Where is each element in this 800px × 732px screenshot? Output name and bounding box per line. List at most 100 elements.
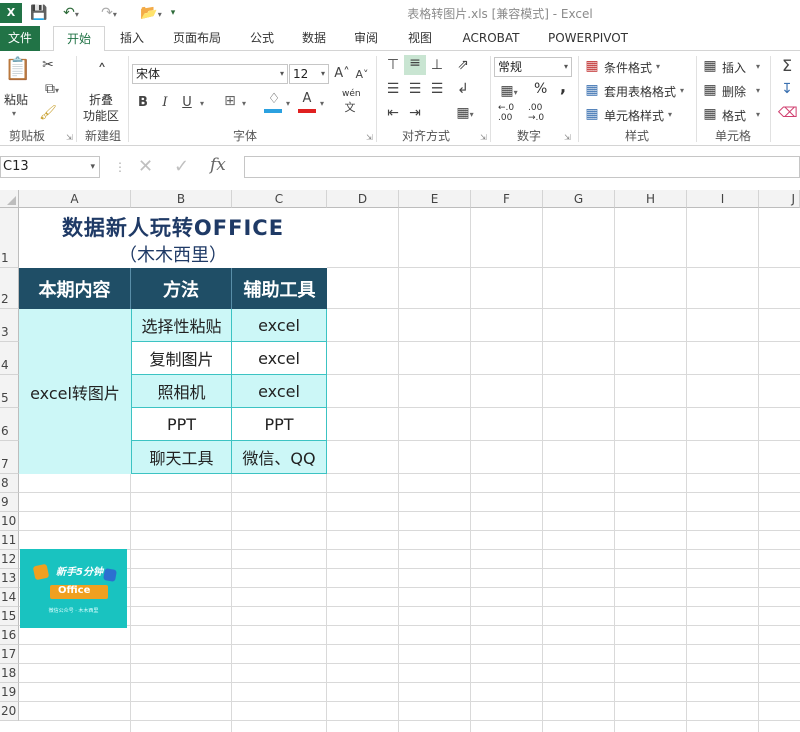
cell-styles-icon[interactable]: ▦ bbox=[584, 106, 600, 122]
tab-home[interactable]: 开始 bbox=[53, 26, 105, 52]
title-cell[interactable]: 数据新人玩转OFFICE （木木西里） bbox=[19, 208, 327, 268]
format-as-table-dropdown-icon[interactable]: ▾ bbox=[680, 86, 684, 95]
select-all-corner[interactable] bbox=[0, 190, 19, 208]
row-header-11[interactable]: 11 bbox=[0, 531, 19, 550]
font-color-icon[interactable]: A bbox=[298, 91, 316, 106]
tab-powerpivot[interactable]: POWERPIVOT bbox=[540, 26, 636, 51]
row-header-19[interactable]: 19 bbox=[0, 683, 19, 702]
conditional-format-icon[interactable]: ▦ bbox=[584, 58, 600, 74]
fill-icon[interactable]: ↧ bbox=[778, 81, 796, 97]
table-cell-method[interactable]: PPT bbox=[131, 408, 232, 441]
collapse-ribbon-icon[interactable]: ˄ bbox=[88, 61, 116, 82]
row-header-18[interactable]: 18 bbox=[0, 664, 19, 683]
table-cell-tool[interactable]: excel bbox=[232, 375, 327, 408]
header-cell-tool[interactable]: 辅助工具 bbox=[232, 268, 327, 309]
insert-cells-button[interactable]: 插入 bbox=[722, 59, 746, 76]
table-format-icon[interactable]: ▦ bbox=[584, 82, 600, 98]
row-header-17[interactable]: 17 bbox=[0, 645, 19, 664]
formula-input[interactable] bbox=[244, 156, 800, 178]
wrap-text-icon[interactable]: ↲ bbox=[452, 81, 474, 97]
underline-dropdown-icon[interactable]: ▾ bbox=[200, 99, 204, 108]
row-header-10[interactable]: 10 bbox=[0, 512, 19, 531]
format-cells-dropdown-icon[interactable]: ▾ bbox=[756, 110, 760, 119]
table-cell-method[interactable]: 选择性粘贴 bbox=[131, 309, 232, 342]
table-cell-tool[interactable]: 微信、QQ bbox=[232, 441, 327, 474]
cut-icon[interactable]: ✂ bbox=[38, 57, 58, 73]
phonetic-guide-button[interactable]: wén bbox=[342, 89, 361, 99]
column-header-g[interactable]: G bbox=[543, 190, 615, 208]
insert-cells-dropdown-icon[interactable]: ▾ bbox=[756, 62, 760, 71]
cell-styles-button[interactable]: 单元格样式 bbox=[604, 107, 664, 124]
row-header-2[interactable]: 2 bbox=[0, 268, 19, 309]
cell-styles-dropdown-icon[interactable]: ▾ bbox=[668, 110, 672, 119]
decrease-indent-icon[interactable]: ⇤ bbox=[384, 105, 402, 121]
shrink-font-icon[interactable]: A˅ bbox=[354, 68, 370, 81]
embedded-logo-image[interactable]: 新手5分钟 Office 微信公众号 · 木木西里 bbox=[20, 549, 127, 628]
tab-formulas[interactable]: 公式 bbox=[242, 26, 282, 51]
format-cells-icon[interactable]: ▦ bbox=[702, 106, 718, 122]
column-header-b[interactable]: B bbox=[131, 190, 232, 208]
copy-icon[interactable]: ⧉▾ bbox=[38, 81, 66, 97]
autosum-icon[interactable]: Σ bbox=[778, 56, 796, 75]
clipboard-launcher-icon[interactable]: ⇲ bbox=[66, 133, 73, 142]
grow-font-icon[interactable]: A˄ bbox=[334, 66, 350, 81]
accounting-format-icon[interactable]: ▦▾ bbox=[496, 83, 522, 99]
fill-color-icon[interactable]: ♢ bbox=[264, 91, 284, 107]
tab-data[interactable]: 数据 bbox=[294, 26, 334, 51]
column-header-j[interactable]: J bbox=[759, 190, 800, 208]
header-cell-content[interactable]: 本期内容 bbox=[19, 268, 131, 309]
increase-indent-icon[interactable]: ⇥ bbox=[406, 105, 424, 121]
border-dropdown-icon[interactable]: ▾ bbox=[242, 99, 246, 108]
font-launcher-icon[interactable]: ⇲ bbox=[366, 133, 373, 142]
merge-center-icon[interactable]: ▦▾ bbox=[452, 105, 478, 121]
row-header-1[interactable]: 1 bbox=[0, 208, 19, 268]
delete-cells-dropdown-icon[interactable]: ▾ bbox=[756, 86, 760, 95]
font-color-dropdown-icon[interactable]: ▾ bbox=[320, 99, 324, 108]
insert-function-icon[interactable]: fx bbox=[210, 155, 226, 175]
align-top-icon[interactable]: ⊤ bbox=[384, 57, 402, 73]
column-header-e[interactable]: E bbox=[399, 190, 471, 208]
underline-button[interactable]: U bbox=[180, 95, 194, 110]
column-header-h[interactable]: H bbox=[615, 190, 687, 208]
row-header-20[interactable]: 20 bbox=[0, 702, 19, 721]
delete-cells-button[interactable]: 删除 bbox=[722, 83, 746, 100]
align-middle-icon[interactable]: ≡ bbox=[404, 55, 426, 75]
row-header-7[interactable]: 7 bbox=[0, 441, 19, 474]
column-header-i[interactable]: I bbox=[687, 190, 759, 208]
delete-cells-icon[interactable]: ▦ bbox=[702, 82, 718, 98]
format-painter-icon[interactable]: 🖌 bbox=[38, 105, 58, 121]
row-header-14[interactable]: 14 bbox=[0, 588, 19, 607]
number-format-select[interactable]: 常规 ▾ bbox=[494, 57, 572, 77]
table-cell-method[interactable]: 聊天工具 bbox=[131, 441, 232, 474]
align-center-icon[interactable]: ☰ bbox=[406, 81, 424, 97]
align-right-icon[interactable]: ☰ bbox=[428, 81, 446, 97]
increase-decimal-icon[interactable]: ←.0.00 bbox=[498, 103, 514, 123]
table-cell-method[interactable]: 复制图片 bbox=[131, 342, 232, 375]
fill-color-dropdown-icon[interactable]: ▾ bbox=[286, 99, 290, 108]
row-header-13[interactable]: 13 bbox=[0, 569, 19, 588]
merged-content-cell[interactable]: excel转图片 bbox=[19, 309, 131, 474]
conditional-format-dropdown-icon[interactable]: ▾ bbox=[656, 62, 660, 71]
column-header-c[interactable]: C bbox=[232, 190, 327, 208]
align-left-icon[interactable]: ☰ bbox=[384, 81, 402, 97]
tab-file[interactable]: 文件 bbox=[0, 26, 40, 51]
table-cell-method[interactable]: 照相机 bbox=[131, 375, 232, 408]
column-header-d[interactable]: D bbox=[327, 190, 399, 208]
name-box[interactable]: C13 ▾ bbox=[0, 156, 100, 178]
align-bottom-icon[interactable]: ⊥ bbox=[428, 57, 446, 73]
row-header-5[interactable]: 5 bbox=[0, 375, 19, 408]
column-header-a[interactable]: A bbox=[19, 190, 131, 208]
table-cell-tool[interactable]: PPT bbox=[232, 408, 327, 441]
tab-view[interactable]: 视图 bbox=[400, 26, 440, 51]
column-header-f[interactable]: F bbox=[471, 190, 543, 208]
border-icon[interactable]: ⊞ bbox=[220, 93, 240, 109]
tab-acrobat[interactable]: ACROBAT bbox=[452, 26, 530, 51]
paste-dropdown-icon[interactable]: ▾ bbox=[12, 109, 16, 118]
percent-style-button[interactable]: % bbox=[534, 81, 547, 97]
number-launcher-icon[interactable]: ⇲ bbox=[564, 133, 571, 142]
clear-icon[interactable]: ⌫ bbox=[778, 105, 798, 121]
format-cells-button[interactable]: 格式 bbox=[722, 107, 746, 124]
row-header-4[interactable]: 4 bbox=[0, 342, 19, 375]
conditional-format-button[interactable]: 条件格式 bbox=[604, 59, 652, 76]
bold-button[interactable]: B bbox=[136, 95, 150, 110]
